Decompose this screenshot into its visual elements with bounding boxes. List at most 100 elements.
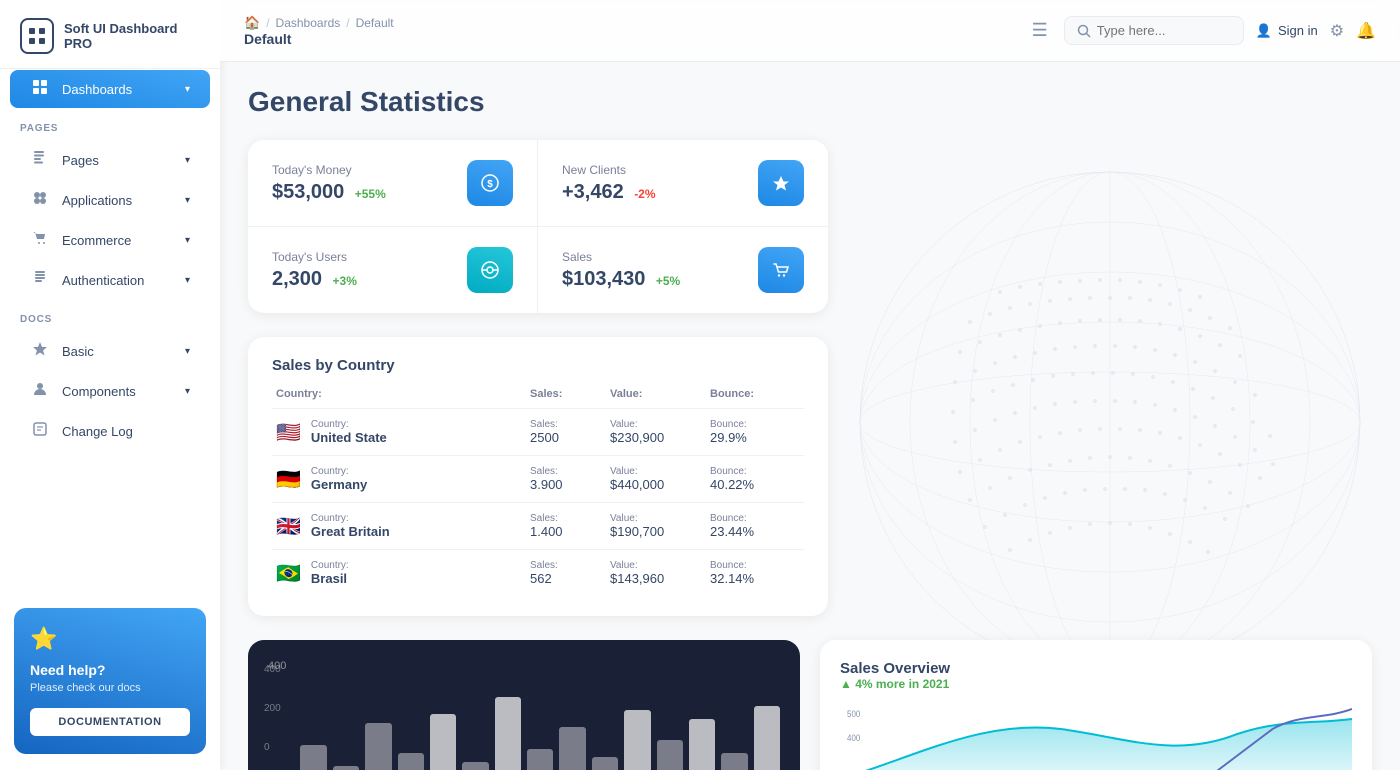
sidebar-item-basic[interactable]: Basic ▾ [10, 332, 210, 370]
chart-bar [430, 714, 456, 770]
home-icon: 🏠 [244, 15, 260, 31]
dashboards-arrow: ▾ [185, 84, 190, 95]
country-flag: 🇬🇧 [276, 514, 301, 539]
changelog-icon [30, 421, 50, 441]
sidebar-item-dashboards[interactable]: Dashboards ▾ [10, 70, 210, 108]
chart-bar [495, 697, 521, 770]
stat-users-value: 2,300 [272, 268, 322, 290]
country-label: Country: [311, 466, 367, 477]
search-input[interactable] [1097, 23, 1227, 38]
sidebar-item-components[interactable]: Components ▾ [10, 372, 210, 410]
chart-bar [365, 723, 391, 770]
dashboards-label: Dashboards [62, 82, 132, 97]
chart-bar [333, 766, 359, 770]
applications-icon [30, 190, 50, 210]
stat-money-info: Today's Money $53,000 +55% [272, 163, 386, 204]
sign-in-button[interactable]: 👤 Sign in [1256, 23, 1318, 39]
pages-arrow: ▾ [185, 155, 190, 166]
country-info: 🇩🇪 Country: Germany [276, 466, 530, 492]
stat-clients-badge: -2% [634, 187, 655, 201]
sidebar-item-authentication[interactable]: Authentication ▾ [10, 261, 210, 299]
stat-clients-label: New Clients [562, 163, 656, 177]
stat-sales-icon [758, 247, 804, 293]
stat-todays-users: Today's Users 2,300 +3% [248, 227, 538, 313]
country-table-header: Country: Sales: Value: Bounce: [272, 388, 804, 400]
stat-users-icon [467, 247, 513, 293]
sidebar-logo: Soft UI Dashboard PRO [0, 0, 220, 69]
country-row: 🇩🇪 Country: Germany Sales: 3.900 Value: … [272, 455, 804, 502]
country-row: 🇬🇧 Country: Great Britain Sales: 1.400 V… [272, 502, 804, 549]
app-name: Soft UI Dashboard PRO [64, 21, 200, 51]
components-arrow: ▾ [185, 386, 190, 397]
notifications-icon[interactable]: 🔔 [1356, 21, 1376, 41]
sidebar-item-ecommerce[interactable]: Ecommerce ▾ [10, 221, 210, 259]
chart-bars [268, 682, 780, 770]
country-sales: 562 [530, 571, 610, 586]
stat-money-label: Today's Money [272, 163, 386, 177]
user-icon: 👤 [1256, 23, 1272, 39]
svg-text:400: 400 [847, 733, 860, 744]
stat-clients-icon [758, 160, 804, 206]
help-star-icon: ⭐ [30, 626, 190, 652]
country-row: 🇧🇷 Country: Brasil Sales: 562 Value: $14… [272, 549, 804, 596]
chart-bar [657, 740, 683, 770]
stat-sales: Sales $103,430 +5% [538, 227, 828, 313]
menu-toggle-icon[interactable]: ☰ [1032, 20, 1048, 41]
country-info: 🇧🇷 Country: Brasil [276, 560, 530, 586]
documentation-button[interactable]: DOCUMENTATION [30, 708, 190, 736]
sidebar-item-applications[interactable]: Applications ▾ [10, 181, 210, 219]
stat-sales-value-row: $103,430 +5% [562, 268, 680, 291]
svg-text:500: 500 [847, 709, 860, 720]
stat-users-value-row: 2,300 +3% [272, 268, 357, 291]
country-flag: 🇧🇷 [276, 561, 301, 586]
country-value: $190,700 [610, 524, 710, 539]
country-row: 🇺🇸 Country: United State Sales: 2500 Val… [272, 408, 804, 455]
basic-icon [30, 341, 50, 361]
country-bounce: 40.22% [710, 477, 800, 492]
sales-country-title: Sales by Country [272, 357, 804, 374]
chart-bar [398, 753, 424, 770]
stats-grid: Today's Money $53,000 +55% $ New Clients… [248, 140, 828, 313]
country-bounce: 29.9% [710, 430, 800, 445]
country-info: 🇺🇸 Country: United State [276, 419, 530, 445]
chart-bar [689, 719, 715, 770]
country-value: $143,960 [610, 571, 710, 586]
content-area: /* dots rendered below */ [220, 62, 1400, 770]
help-subtitle: Please check our docs [30, 682, 190, 694]
stat-sales-value: $103,430 [562, 268, 645, 290]
country-sales: 3.900 [530, 477, 610, 492]
globe-decoration: /* dots rendered below */ [820, 142, 1400, 692]
authentication-label: Authentication [62, 273, 144, 288]
ecommerce-arrow: ▾ [185, 235, 190, 246]
dashboards-icon [30, 79, 50, 99]
sidebar-item-pages[interactable]: Pages ▾ [10, 141, 210, 179]
chart-bar [592, 757, 618, 770]
bottom-charts-row: 400 400 200 0 Sales Overview ▲ 4% more i… [248, 640, 1372, 770]
settings-icon[interactable]: ⚙ [1330, 21, 1344, 41]
stat-clients-info: New Clients +3,462 -2% [562, 163, 656, 204]
chart-bar [300, 745, 326, 770]
pages-icon [30, 150, 50, 170]
country-value: $440,000 [610, 477, 710, 492]
stat-money-icon: $ [467, 160, 513, 206]
sidebar: Soft UI Dashboard PRO Dashboards ▾ PAGES… [0, 0, 220, 770]
country-rows-container: 🇺🇸 Country: United State Sales: 2500 Val… [272, 408, 804, 596]
sidebar-item-changelog[interactable]: Change Log [10, 412, 210, 450]
country-label: Country: [311, 513, 390, 524]
applications-label: Applications [62, 193, 132, 208]
page-title: General Statistics [248, 86, 1372, 118]
country-label: Country: [311, 419, 387, 430]
search-icon [1077, 24, 1091, 38]
search-box [1064, 16, 1244, 45]
stat-sales-label: Sales [562, 250, 680, 264]
stat-money-value-row: $53,000 +55% [272, 181, 386, 204]
country-sales: 2500 [530, 430, 610, 445]
sales-overview-chart: 500 400 [840, 699, 1352, 770]
breadcrumb: 🏠 / Dashboards / Default [244, 15, 1016, 31]
country-bounce: 32.14% [710, 571, 800, 586]
breadcrumb-dashboards[interactable]: Dashboards [276, 16, 341, 30]
sales-overview-card: Sales Overview ▲ 4% more in 2021 [820, 640, 1372, 770]
country-name: Great Britain [311, 524, 390, 539]
header: 🏠 / Dashboards / Default Default ☰ 👤 Sig… [220, 0, 1400, 62]
country-name: Brasil [311, 571, 349, 586]
